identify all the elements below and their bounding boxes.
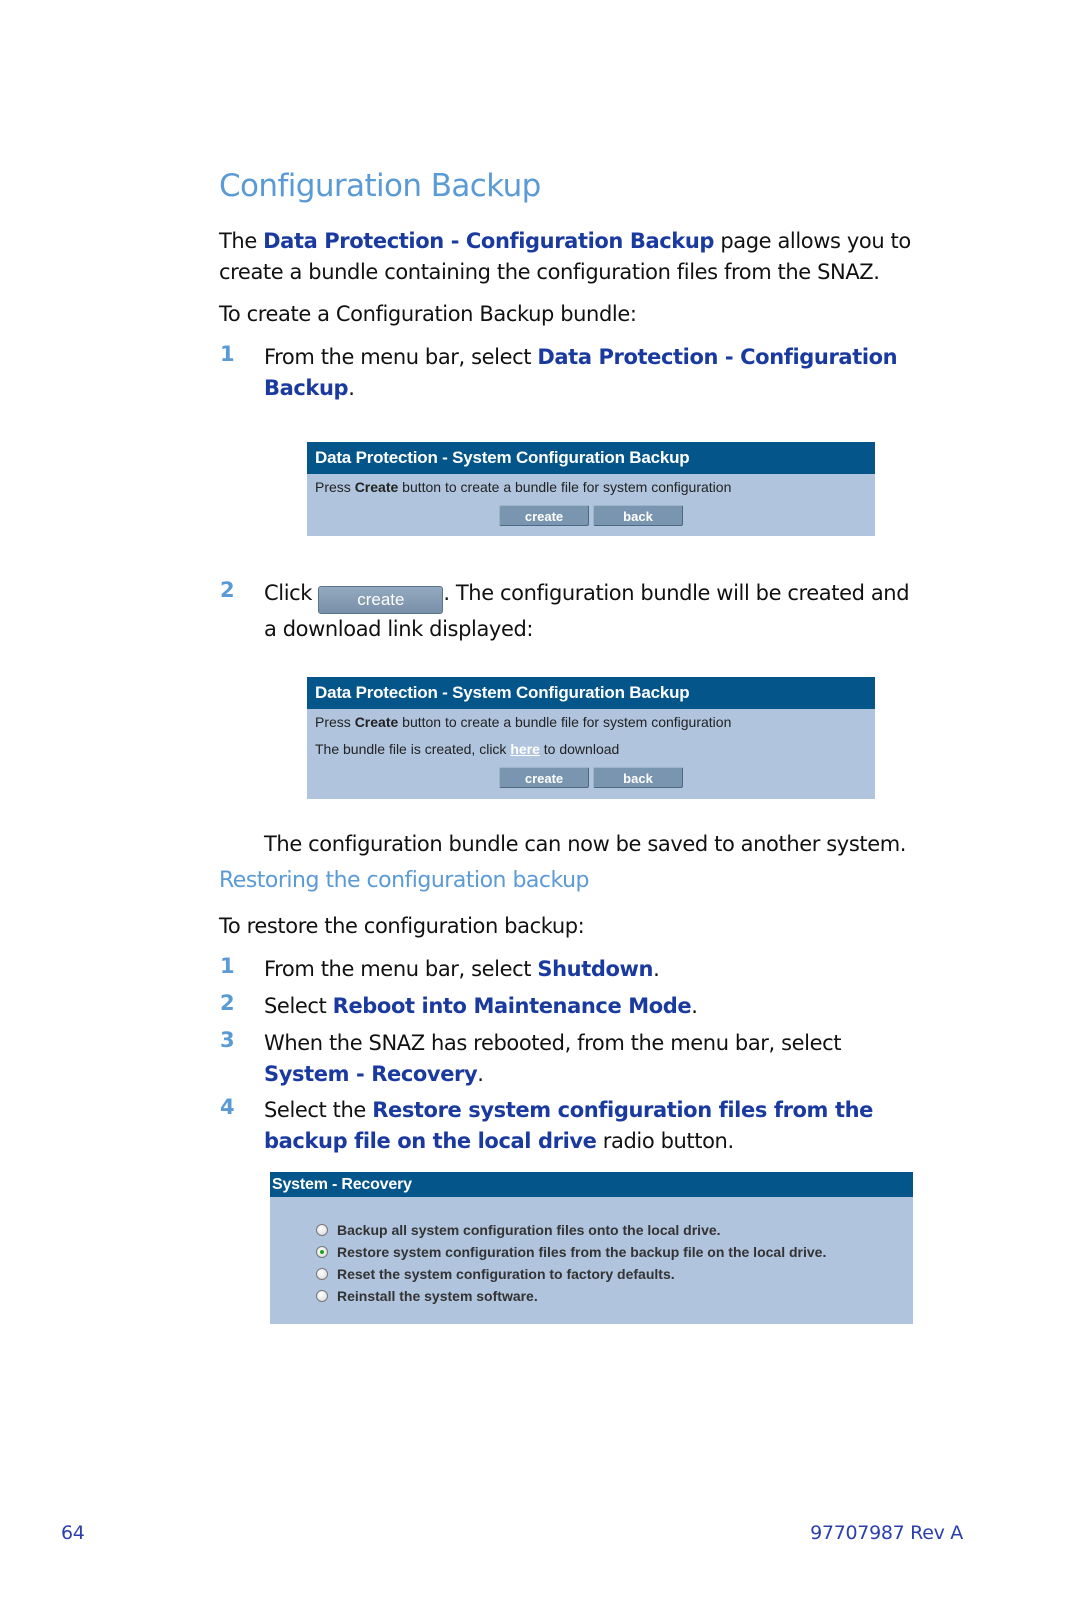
instruction-suffix: button to create a bundle file for syste…	[398, 479, 732, 495]
instruction-prefix: Press	[315, 714, 355, 730]
back-button[interactable]: back	[593, 504, 683, 526]
step-end: .	[691, 994, 698, 1018]
option-label: Reinstall the system software.	[337, 1288, 538, 1304]
option-label: Reset the system configuration to factor…	[337, 1266, 675, 1282]
download-suffix: to download	[539, 741, 620, 757]
panel-header: Data Protection - System Configuration B…	[307, 677, 875, 709]
step-link: Reboot into Maintenance Mode	[332, 994, 692, 1018]
section-heading: Restoring the configuration backup	[219, 868, 589, 893]
step-text: From the menu bar, select	[264, 957, 538, 981]
step-text: Select	[264, 994, 333, 1018]
create-intro: To create a Configuration Backup bundle:	[219, 302, 637, 326]
recovery-option-reset[interactable]: Reset the system configuration to factor…	[316, 1263, 913, 1285]
intro-line2: create a bundle containing the configura…	[219, 260, 880, 284]
step-number: 1	[220, 342, 235, 366]
radio-unselected-icon[interactable]	[316, 1268, 328, 1280]
panel-button-row: create back	[307, 501, 875, 529]
intro-link: Data Protection - Configuration Backup	[263, 229, 715, 253]
back-button[interactable]: back	[593, 766, 683, 788]
restore-step-3: When the SNAZ has rebooted, from the men…	[264, 1028, 984, 1090]
step-link: Data Protection - Configuration	[537, 345, 898, 369]
create-button-inline[interactable]: create	[318, 586, 444, 614]
step-link-cont: backup file on the local drive	[264, 1129, 597, 1153]
download-prefix: The bundle file is created, click	[315, 741, 511, 757]
panel-instruction: Press Create button to create a bundle f…	[307, 474, 875, 501]
step-link: Restore system configuration files from …	[372, 1098, 873, 1122]
recovery-option-restore[interactable]: Restore system configuration files from …	[316, 1241, 913, 1263]
config-backup-panel: Data Protection - System Configuration B…	[307, 442, 875, 536]
restore-step-2: Select Reboot into Maintenance Mode.	[264, 991, 984, 1022]
create-button[interactable]: create	[499, 766, 589, 788]
step-suffix: . The configuration bundle will be creat…	[443, 581, 910, 605]
step-text: When the SNAZ has rebooted, from the men…	[264, 1031, 842, 1055]
restore-intro: To restore the configuration backup:	[219, 914, 585, 938]
create-button[interactable]: create	[499, 504, 589, 526]
instruction-prefix: Press	[315, 479, 355, 495]
recovery-option-reinstall[interactable]: Reinstall the system software.	[316, 1285, 913, 1307]
system-recovery-panel: System - Recovery Backup all system conf…	[270, 1172, 913, 1324]
step-line2: a download link displayed:	[264, 617, 534, 641]
intro-paragraph: The Data Protection - Configuration Back…	[219, 226, 979, 288]
step-number: 2	[220, 991, 235, 1015]
instruction-bold: Create	[354, 479, 399, 495]
restore-step-4: Select the Restore system configuration …	[264, 1095, 984, 1157]
download-here-link[interactable]: here	[510, 741, 540, 757]
recovery-options: Backup all system configuration files on…	[270, 1197, 913, 1307]
step-link: Shutdown	[537, 957, 654, 981]
radio-unselected-icon[interactable]	[316, 1224, 328, 1236]
intro-prefix: The	[219, 229, 264, 253]
step-number: 3	[220, 1028, 235, 1052]
page-number: 64	[61, 1522, 85, 1544]
create-step-2: Click create. The configuration bundle w…	[264, 578, 984, 645]
instruction-bold: Create	[354, 714, 399, 730]
step-link: System - Recovery	[264, 1062, 478, 1086]
panel-button-row: create back	[307, 763, 875, 791]
recovery-option-backup[interactable]: Backup all system configuration files on…	[316, 1219, 913, 1241]
step-number: 4	[220, 1095, 235, 1119]
restore-step-1: From the menu bar, select Shutdown.	[264, 954, 984, 985]
step-link-cont: Backup	[264, 376, 349, 400]
step-end: .	[477, 1062, 484, 1086]
step-end: .	[348, 376, 355, 400]
panel-instruction: Press Create button to create a bundle f…	[307, 709, 875, 736]
step-text: From the menu bar, select	[264, 345, 538, 369]
step-end: .	[653, 957, 660, 981]
create-step-1: From the menu bar, select Data Protectio…	[264, 342, 984, 404]
panel-download-message: The bundle file is created, click here t…	[307, 736, 875, 763]
saved-note: The configuration bundle can now be save…	[264, 832, 907, 856]
step-text: Click	[264, 581, 319, 605]
document-id: 97707987 Rev A	[810, 1522, 963, 1544]
option-label: Backup all system configuration files on…	[337, 1222, 721, 1238]
intro-suffix: page allows you to	[714, 229, 911, 253]
step-number: 2	[220, 578, 235, 602]
step-end: radio button.	[596, 1129, 734, 1153]
option-label: Restore system configuration files from …	[337, 1244, 827, 1260]
step-text: Select the	[264, 1098, 373, 1122]
panel-header: Data Protection - System Configuration B…	[307, 442, 875, 474]
panel-header: System - Recovery	[270, 1172, 913, 1197]
instruction-suffix: button to create a bundle file for syste…	[398, 714, 732, 730]
config-backup-panel-created: Data Protection - System Configuration B…	[307, 677, 875, 799]
step-number: 1	[220, 954, 235, 978]
radio-selected-icon[interactable]	[316, 1246, 328, 1258]
radio-unselected-icon[interactable]	[316, 1290, 328, 1302]
page-title: Configuration Backup	[219, 168, 541, 204]
